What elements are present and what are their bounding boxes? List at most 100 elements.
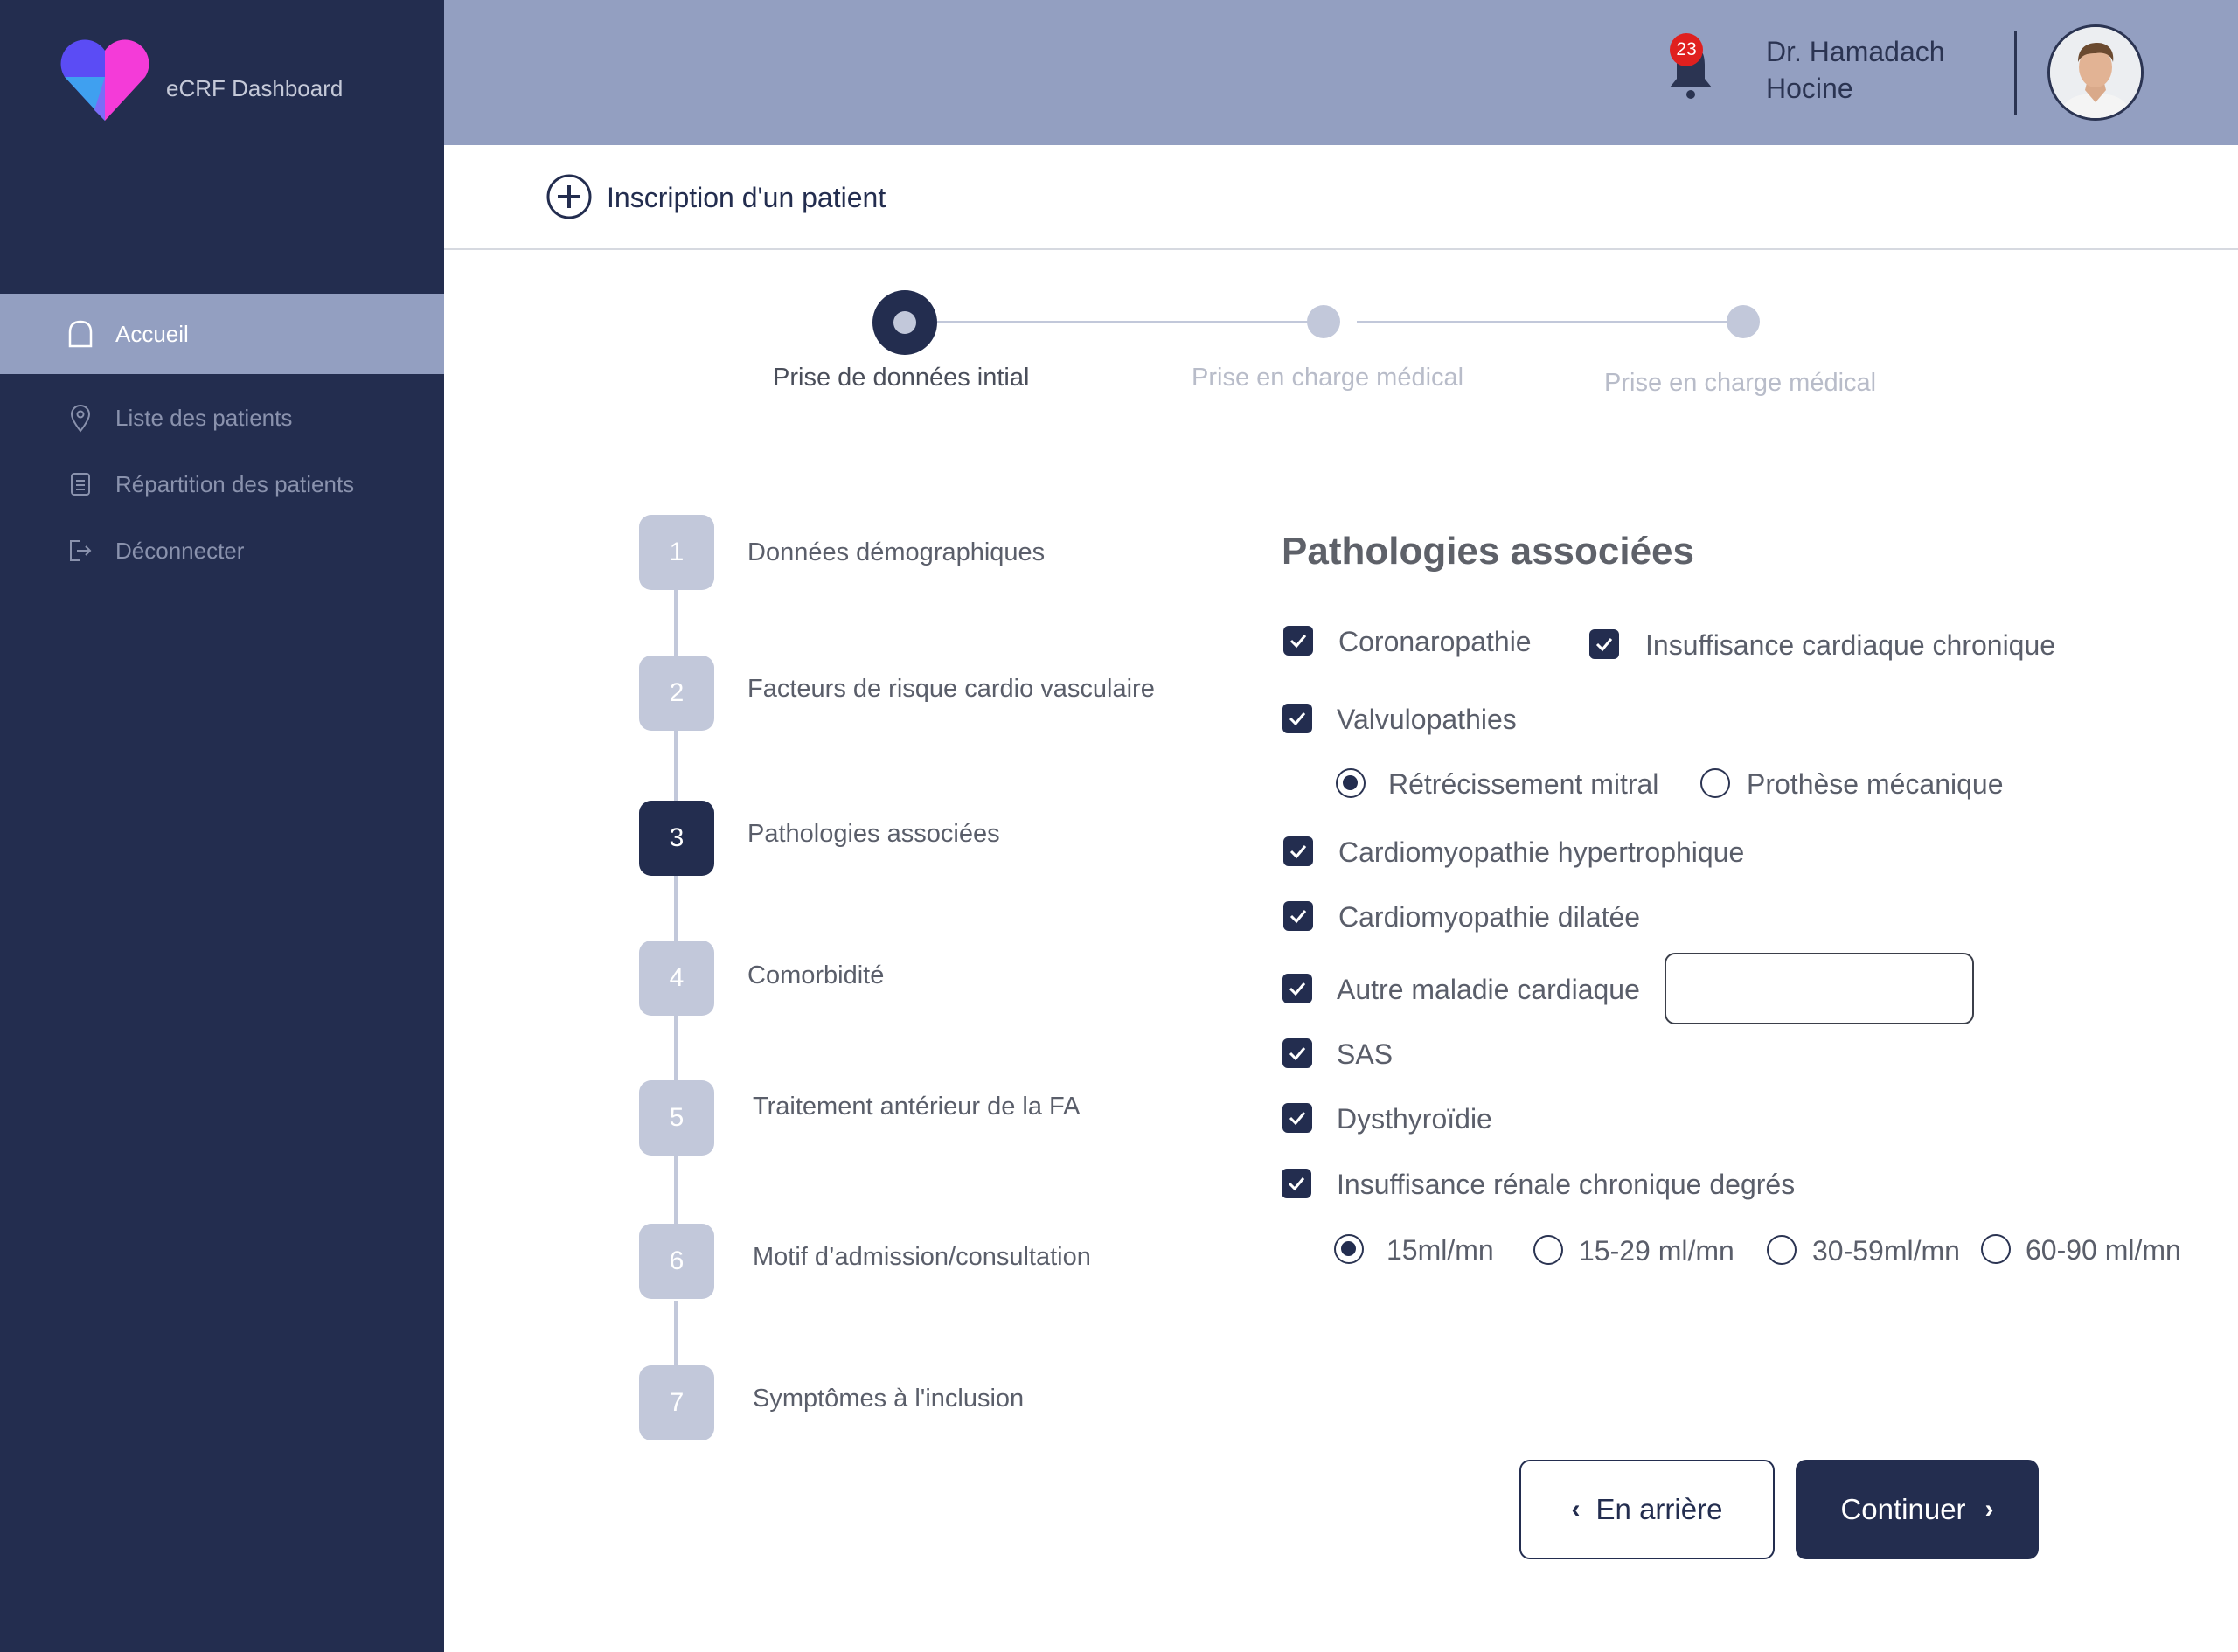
section-connector bbox=[674, 731, 678, 804]
coronaropathie-label[interactable]: Coronaropathie bbox=[1338, 626, 1532, 658]
cardiomyopathie-hypertrophique-checkbox[interactable] bbox=[1283, 836, 1313, 866]
coronaropathie-checkbox[interactable] bbox=[1283, 626, 1313, 656]
section-label-7[interactable]: Symptômes à l'inclusion bbox=[753, 1385, 1024, 1413]
form-title: Pathologies associées bbox=[1282, 530, 1694, 573]
sidebar-item-accueil[interactable]: Accueil bbox=[0, 294, 444, 374]
back-button[interactable]: ‹ En arrière bbox=[1519, 1460, 1775, 1559]
section-label-1[interactable]: Données démographiques bbox=[747, 538, 1045, 567]
section-label-4[interactable]: Comorbidité bbox=[747, 961, 884, 990]
retrecissement-mitral-radio[interactable] bbox=[1336, 768, 1366, 798]
sidebar-item-label: Accueil bbox=[115, 320, 189, 347]
sidebar-item-label: Déconnecter bbox=[115, 537, 245, 564]
renal-30-59-label[interactable]: 30-59ml/mn bbox=[1812, 1235, 1960, 1267]
section-connector bbox=[674, 1016, 678, 1080]
sidebar-item-label: Liste des patients bbox=[115, 404, 293, 431]
autre-maladie-checkbox[interactable] bbox=[1282, 974, 1312, 1003]
section-label-2[interactable]: Facteurs de risque cardio vasculaire bbox=[747, 675, 1155, 704]
avatar[interactable] bbox=[2047, 24, 2144, 121]
location-pin-icon bbox=[65, 402, 96, 434]
renal-30-59-radio[interactable] bbox=[1767, 1235, 1797, 1265]
doctor-name-line1: Dr. Hamadach bbox=[1766, 36, 1945, 67]
checkmark-icon bbox=[1289, 1047, 1306, 1061]
page-title: Inscription d'un patient bbox=[607, 182, 886, 213]
section-connector bbox=[674, 1156, 678, 1225]
section-step-1[interactable]: 1 bbox=[639, 515, 714, 590]
cardiomyopathie-dilatee-label[interactable]: Cardiomyopathie dilatée bbox=[1338, 901, 1640, 934]
home-icon bbox=[65, 318, 96, 350]
sas-checkbox[interactable] bbox=[1282, 1038, 1312, 1068]
section-connector bbox=[674, 876, 678, 942]
section-step-2[interactable]: 2 bbox=[639, 656, 714, 731]
autre-maladie-input[interactable] bbox=[1665, 953, 1974, 1024]
section-label-5[interactable]: Traitement antérieur de la FA bbox=[753, 1093, 1081, 1121]
continue-button[interactable]: Continuer › bbox=[1796, 1460, 2039, 1559]
app-title: eCRF Dashboard bbox=[166, 75, 344, 101]
valvulopathies-checkbox[interactable] bbox=[1282, 704, 1312, 733]
section-step-3[interactable]: 3 bbox=[639, 801, 714, 876]
renal-15-label[interactable]: 15ml/mn bbox=[1387, 1234, 1494, 1267]
checkmark-icon bbox=[1595, 638, 1613, 652]
dysthyroidie-checkbox[interactable] bbox=[1282, 1103, 1312, 1133]
insuffisance-renale-checkbox[interactable] bbox=[1282, 1169, 1311, 1198]
stepper-label-2: Prise en charge médical bbox=[1192, 364, 1464, 392]
prothese-mecanique-label[interactable]: Prothèse mécanique bbox=[1747, 768, 2004, 801]
checkmark-icon bbox=[1289, 635, 1307, 649]
insuffisance-cardiaque-label[interactable]: Insuffisance cardiaque chronique bbox=[1645, 629, 2055, 662]
stepper-connector bbox=[1357, 321, 1743, 323]
checkmark-icon bbox=[1289, 1112, 1306, 1126]
logout-icon bbox=[65, 535, 96, 566]
dysthyroidie-label[interactable]: Dysthyroïdie bbox=[1337, 1103, 1492, 1135]
renal-15-29-label[interactable]: 15-29 ml/mn bbox=[1579, 1235, 1734, 1267]
top-header: 23 Dr. Hamadach Hocine bbox=[444, 0, 2238, 145]
document-list-icon bbox=[65, 469, 96, 500]
valvulopathies-label[interactable]: Valvulopathies bbox=[1337, 704, 1517, 736]
stepper-dot-2[interactable] bbox=[1307, 305, 1340, 338]
prothese-mecanique-radio[interactable] bbox=[1700, 768, 1730, 798]
insuffisance-cardiaque-checkbox[interactable] bbox=[1589, 629, 1619, 659]
chevron-right-icon: › bbox=[1984, 1495, 1994, 1524]
avatar-portrait-icon bbox=[2050, 27, 2141, 118]
back-button-label: En arrière bbox=[1595, 1493, 1723, 1525]
stepper-connector bbox=[937, 321, 1324, 323]
add-circle-icon[interactable] bbox=[546, 173, 593, 220]
section-connector bbox=[674, 589, 678, 656]
cardiomyopathie-hypertrophique-label[interactable]: Cardiomyopathie hypertrophique bbox=[1338, 836, 1744, 869]
page-title-bar: Inscription d'un patient bbox=[444, 145, 2238, 250]
section-step-5[interactable]: 5 bbox=[639, 1080, 714, 1156]
notification-badge: 23 bbox=[1670, 33, 1703, 66]
section-label-6[interactable]: Motif d’admission/consultation bbox=[753, 1243, 1091, 1272]
sidebar-nav: Accueil Liste des patients Répartition d… bbox=[0, 294, 444, 584]
section-connector bbox=[674, 1301, 678, 1365]
checkmark-icon bbox=[1288, 1177, 1305, 1191]
checkmark-icon bbox=[1289, 845, 1307, 859]
chevron-left-icon: ‹ bbox=[1571, 1495, 1581, 1524]
stepper-label-1: Prise de données intial bbox=[773, 364, 1030, 392]
renal-60-90-radio[interactable] bbox=[1981, 1234, 2011, 1264]
sidebar-item-liste-patients[interactable]: Liste des patients bbox=[0, 385, 444, 451]
sas-label[interactable]: SAS bbox=[1337, 1038, 1393, 1071]
autre-maladie-label[interactable]: Autre maladie cardiaque bbox=[1337, 974, 1640, 1006]
stepper-label-3: Prise en charge médical bbox=[1604, 369, 1877, 397]
doctor-name-line2: Hocine bbox=[1766, 73, 1853, 104]
section-step-4[interactable]: 4 bbox=[639, 941, 714, 1016]
retrecissement-mitral-label[interactable]: Rétrécissement mitral bbox=[1388, 768, 1658, 801]
stepper-dot-current[interactable] bbox=[872, 290, 937, 355]
checkmark-icon bbox=[1289, 712, 1306, 726]
section-step-6[interactable]: 6 bbox=[639, 1224, 714, 1299]
header-divider bbox=[2014, 31, 2017, 115]
renal-15-29-radio[interactable] bbox=[1533, 1235, 1563, 1265]
sidebar: eCRF Dashboard Accueil Liste des patient… bbox=[0, 0, 444, 1652]
insuffisance-renale-label[interactable]: Insuffisance rénale chronique degrés bbox=[1337, 1169, 1795, 1201]
checkmark-icon bbox=[1289, 910, 1307, 924]
doctor-name: Dr. Hamadach Hocine bbox=[1766, 33, 1976, 107]
renal-60-90-label[interactable]: 60-90 ml/mn bbox=[2026, 1234, 2181, 1267]
sidebar-item-repartition-patients[interactable]: Répartition des patients bbox=[0, 451, 444, 517]
section-label-3[interactable]: Pathologies associées bbox=[747, 820, 1000, 849]
cardiomyopathie-dilatee-checkbox[interactable] bbox=[1283, 901, 1313, 931]
sidebar-item-deconnecter[interactable]: Déconnecter bbox=[0, 517, 444, 584]
sidebar-item-label: Répartition des patients bbox=[115, 470, 355, 497]
renal-15-radio[interactable] bbox=[1334, 1234, 1364, 1264]
stepper-dot-3[interactable] bbox=[1727, 305, 1760, 338]
checkmark-icon bbox=[1289, 982, 1306, 996]
section-step-7[interactable]: 7 bbox=[639, 1365, 714, 1440]
